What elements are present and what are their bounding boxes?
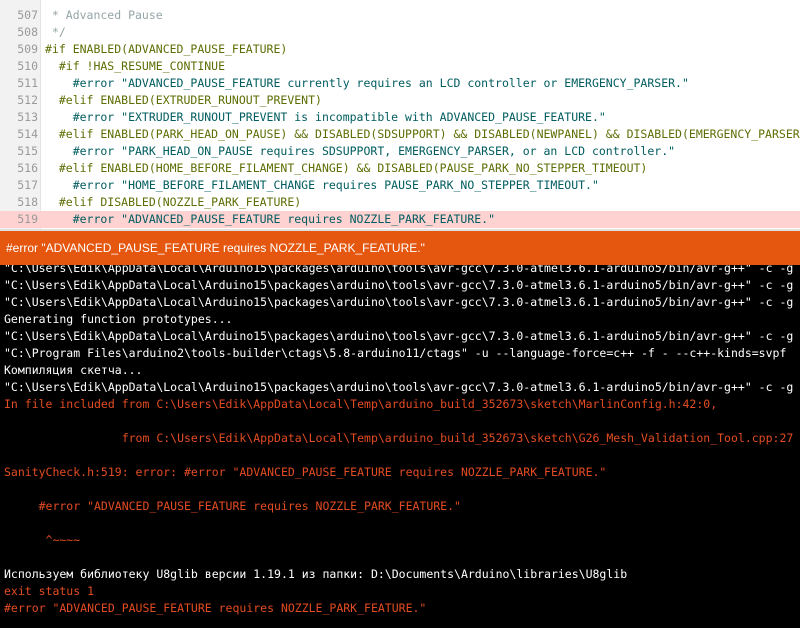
code-text: * Advanced Pause <box>45 8 163 22</box>
code-text: #error "ADVANCED_PAUSE_FEATURE currently… <box>45 76 689 90</box>
code-text: #error "EXTRUDER_RUNOUT_PREVENT is incom… <box>45 110 606 124</box>
line-number: 515 <box>17 144 38 158</box>
code-text: #if ENABLED(ADVANCED_PAUSE_FEATURE) <box>45 42 288 56</box>
line-number: 507 <box>17 8 38 22</box>
code-text: */ <box>45 25 66 39</box>
editor-line[interactable]: 512 #elif ENABLED(EXTRUDER_RUNOUT_PREVEN… <box>0 92 800 109</box>
console-line: ^~~~~ <box>4 533 81 547</box>
console-line: SanityCheck.h:519: error: #error "ADVANC… <box>4 465 607 479</box>
console-line: exit status 1 <box>4 584 95 598</box>
editor-line[interactable]: 518 #elif DISABLED(NOZZLE_PARK_FEATURE) <box>0 194 800 211</box>
code-editor[interactable]: 507 * Advanced Pause 508 */509 #if ENABLED… <box>0 0 800 229</box>
line-number: 510 <box>17 59 38 73</box>
console-line: In file included from C:\Users\Edik\AppD… <box>4 397 718 411</box>
line-number: 516 <box>17 161 38 175</box>
console-line: #error "ADVANCED_PAUSE_FEATURE requires … <box>4 499 461 513</box>
console-line: Компиляция скетча... <box>4 363 143 377</box>
console-output[interactable]: "C:\Users\Edik\AppData\Local\Arduino15\p… <box>0 265 800 628</box>
editor-line[interactable]: 507 * Advanced Pause <box>0 7 800 24</box>
editor-line[interactable]: 517 #error "HOME_BEFORE_FILAMENT_CHANGE … <box>0 177 800 194</box>
line-number: 514 <box>17 127 38 141</box>
console-line: #error "ADVANCED_PAUSE_FEATURE requires … <box>4 601 427 615</box>
editor-line[interactable]: 519 #error "ADVANCED_PAUSE_FEATURE requi… <box>0 211 800 228</box>
line-number: 519 <box>17 212 38 226</box>
console-line: "C:\Users\Edik\AppData\Local\Arduino15\p… <box>4 278 794 292</box>
editor-line[interactable]: 509 #if ENABLED(ADVANCED_PAUSE_FEATURE) <box>0 41 800 58</box>
code-text: #if !HAS_RESUME_CONTINUE <box>45 59 226 73</box>
console-line: "C:\Users\Edik\AppData\Local\Arduino15\p… <box>4 329 794 343</box>
console-line: "C:\Users\Edik\AppData\Local\Arduino15\p… <box>4 295 794 309</box>
line-number: 517 <box>17 178 38 192</box>
editor-line[interactable]: 514 #elif ENABLED(PARK_HEAD_ON_PAUSE) &&… <box>0 126 800 143</box>
console-line: Generating function prototypes... <box>4 312 233 326</box>
code-text: #error "HOME_BEFORE_FILAMENT_CHANGE requ… <box>45 178 599 192</box>
editor-line[interactable]: 508 */ <box>0 24 800 41</box>
editor-line[interactable]: 515 #error "PARK_HEAD_ON_PAUSE requires … <box>0 143 800 160</box>
editor-line[interactable]: 510 #if !HAS_RESUME_CONTINUE <box>0 58 800 75</box>
code-text: #error "ADVANCED_PAUSE_FEATURE requires … <box>45 212 496 226</box>
line-number: 512 <box>17 93 38 107</box>
line-number: 513 <box>17 110 38 124</box>
code-text: #elif ENABLED(HOME_BEFORE_FILAMENT_CHANG… <box>45 161 648 175</box>
line-number: 518 <box>17 195 38 209</box>
code-text: #elif ENABLED(EXTRUDER_RUNOUT_PREVENT) <box>45 93 322 107</box>
line-number: 511 <box>17 76 38 90</box>
line-number: 508 <box>17 25 38 39</box>
console-line: "C:\Users\Edik\AppData\Local\Arduino15\p… <box>4 380 794 394</box>
code-text: #elif DISABLED(NOZZLE_PARK_FEATURE) <box>45 195 302 209</box>
editor-line[interactable]: 516 #elif ENABLED(HOME_BEFORE_FILAMENT_C… <box>0 160 800 177</box>
code-text: #error "PARK_HEAD_ON_PAUSE requires SDSU… <box>45 144 676 158</box>
console-line: "C:\Program Files\arduino2\tools-builder… <box>4 346 787 360</box>
editor-line[interactable]: 513 #error "EXTRUDER_RUNOUT_PREVENT is i… <box>0 109 800 126</box>
line-number: 509 <box>17 42 38 56</box>
console-line: from C:\Users\Edik\AppData\Local\Temp\ar… <box>4 431 794 445</box>
code-text: #elif ENABLED(PARK_HEAD_ON_PAUSE) && DIS… <box>45 127 800 141</box>
editor-line[interactable]: 511 #error "ADVANCED_PAUSE_FEATURE curre… <box>0 75 800 92</box>
error-status-bar: #error "ADVANCED_PAUSE_FEATURE requires … <box>0 231 800 265</box>
console-line: "C:\Users\Edik\AppData\Local\Arduino15\p… <box>4 265 794 275</box>
console-line: Используем библиотеку U8glib версии 1.19… <box>4 567 628 581</box>
